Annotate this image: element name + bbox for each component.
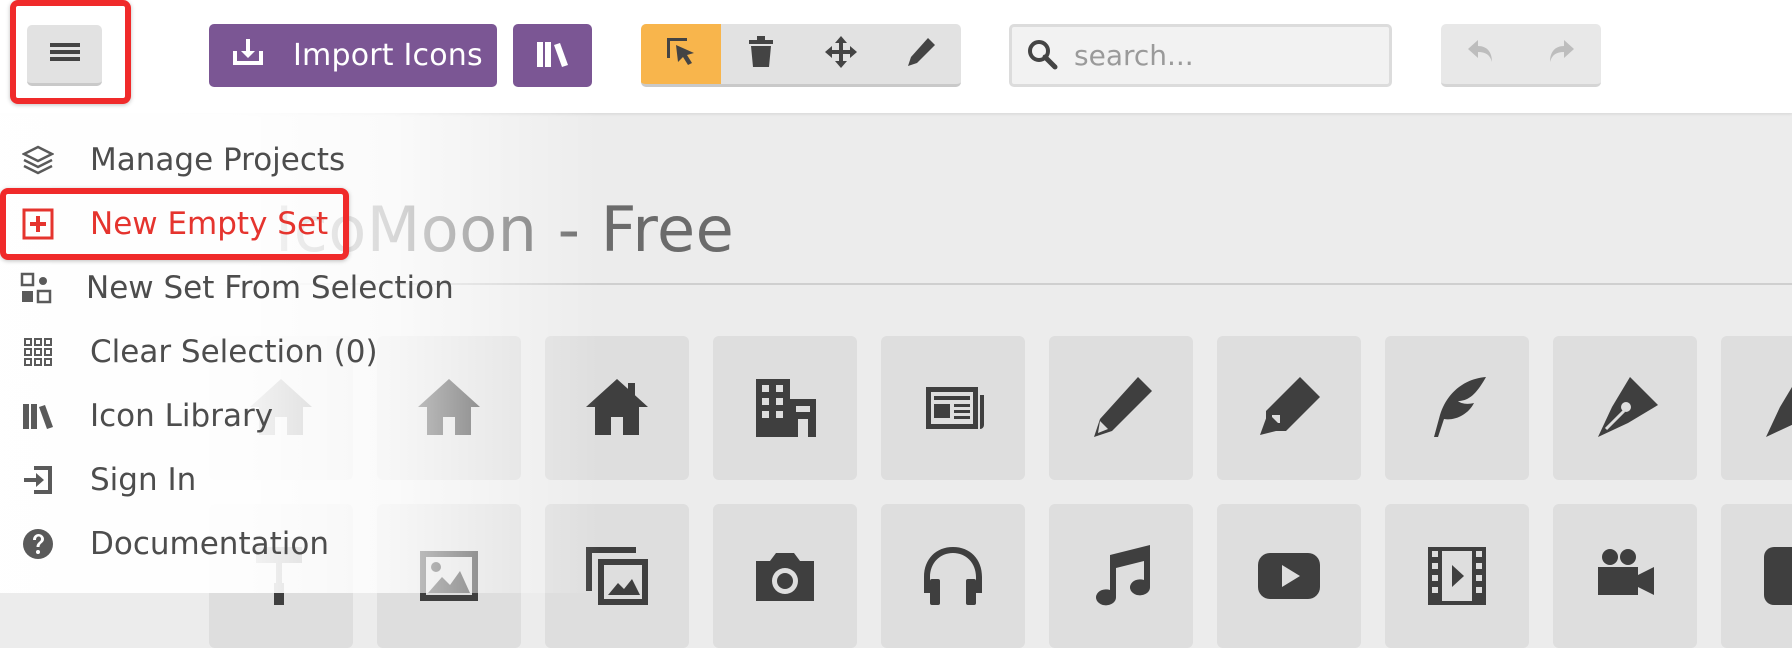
icon-tile[interactable]: [881, 336, 1025, 480]
blog-icon: [1766, 387, 1792, 437]
history-group: [1441, 24, 1601, 87]
select-tool-button[interactable]: [641, 24, 721, 84]
icon-tile[interactable]: [713, 504, 857, 648]
icon-tile[interactable]: [1217, 504, 1361, 648]
menu-item-icon-library[interactable]: Icon Library: [20, 391, 440, 441]
search-icon: [1026, 38, 1058, 74]
menu-item-label: Manage Projects: [90, 142, 346, 178]
pencil-icon: [1094, 377, 1152, 437]
menu-item-sign-in[interactable]: Sign In: [20, 455, 440, 505]
search-box: [1009, 24, 1392, 87]
headphones-icon: [924, 547, 982, 605]
sign-in-icon: [20, 462, 56, 498]
edit-tool-button[interactable]: [881, 24, 961, 84]
dice-icon: [1764, 547, 1792, 605]
menu-item-label: Documentation: [90, 526, 329, 562]
menu-item-label: Icon Library: [90, 398, 274, 434]
plus-square-icon: [20, 206, 56, 242]
menu-item-clear-selection[interactable]: Clear Selection (0): [20, 327, 440, 377]
menu-item-documentation[interactable]: Documentation: [20, 519, 440, 569]
import-tray-icon: [231, 37, 265, 75]
dots-grid-icon: [20, 334, 56, 370]
hamburger-icon: [49, 41, 80, 67]
video-camera-icon: [1598, 549, 1654, 595]
icon-tile[interactable]: [1553, 504, 1697, 648]
menu-item-label: Clear Selection (0): [90, 334, 378, 370]
camera-icon: [756, 553, 814, 601]
icon-tile[interactable]: [881, 504, 1025, 648]
main-menu-button[interactable]: [27, 25, 102, 86]
icon-tile[interactable]: [1049, 504, 1193, 648]
office-icon: [756, 379, 816, 437]
selection-shapes-icon: [20, 270, 52, 306]
film-icon: [1428, 547, 1486, 605]
icon-tile[interactable]: [1385, 504, 1529, 648]
books-icon: [535, 39, 571, 73]
pen-icon: [1598, 377, 1658, 437]
layers-icon: [20, 142, 56, 178]
redo-icon: [1546, 38, 1576, 70]
icon-tile[interactable]: [1721, 336, 1792, 480]
play-icon: [1258, 553, 1320, 599]
menu-item-manage-projects[interactable]: Manage Projects: [20, 135, 440, 185]
pencil2-icon: [1260, 377, 1320, 435]
music-icon: [1096, 545, 1151, 606]
search-input[interactable]: [1072, 38, 1376, 73]
menu-item-new-empty-set[interactable]: New Empty Set: [20, 199, 440, 249]
import-icons-button[interactable]: Import Icons: [209, 24, 497, 87]
icon-tile[interactable]: [1553, 336, 1697, 480]
redo-button[interactable]: [1521, 24, 1601, 84]
books-icon: [20, 398, 56, 434]
menu-item-label: Sign In: [90, 462, 197, 498]
menu-item-label: New Set From Selection: [86, 270, 454, 306]
move-arrows-icon: [824, 35, 858, 73]
pencil-icon: [905, 36, 937, 72]
icon-tile[interactable]: [1721, 504, 1792, 648]
undo-button[interactable]: [1441, 24, 1521, 84]
icon-tile[interactable]: [713, 336, 857, 480]
cursor-select-icon: [664, 35, 698, 73]
edit-tools-group: [641, 24, 961, 87]
icon-tile[interactable]: [1217, 336, 1361, 480]
move-tool-button[interactable]: [801, 24, 881, 84]
icon-tile[interactable]: [1049, 336, 1193, 480]
trash-icon: [747, 36, 775, 72]
menu-item-new-set-from-selection[interactable]: New Set From Selection: [20, 263, 454, 313]
help-circle-icon: [20, 526, 56, 562]
menu-item-label: New Empty Set: [90, 206, 329, 242]
delete-tool-button[interactable]: [721, 24, 801, 84]
undo-icon: [1466, 38, 1496, 70]
import-icons-label: Import Icons: [293, 38, 483, 73]
quill-icon: [1434, 377, 1486, 437]
icon-tile[interactable]: [1385, 336, 1529, 480]
top-toolbar: Import Icons: [0, 0, 1792, 113]
icon-library-button[interactable]: [513, 24, 592, 87]
newspaper-icon: [926, 387, 984, 429]
